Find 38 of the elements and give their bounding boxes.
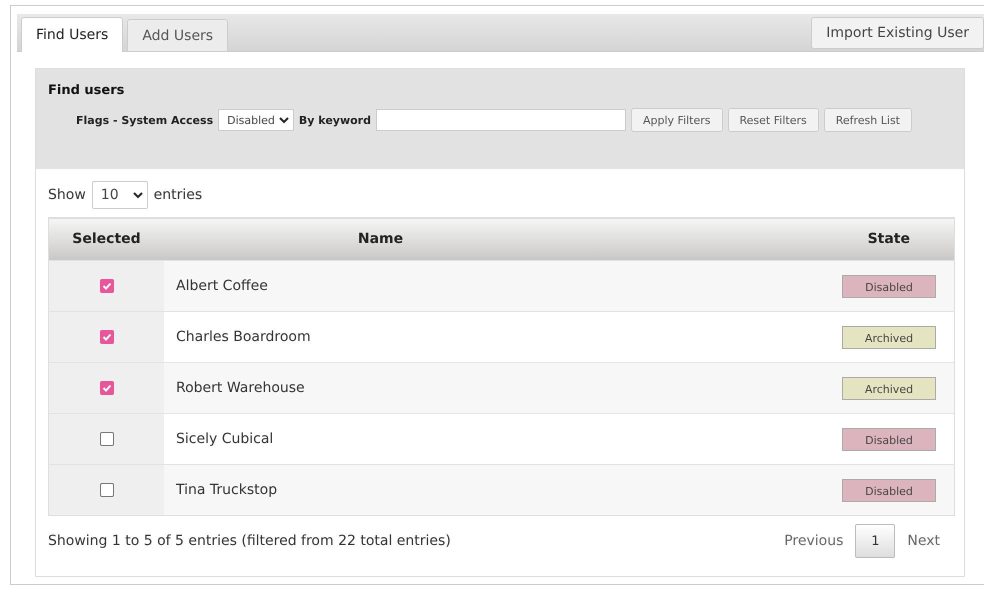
table-cell: Robert Warehouse — [164, 362, 598, 414]
tab[interactable]: Find Users — [21, 17, 124, 52]
caret-icon — [132, 192, 143, 198]
state-badge: Disabled — [842, 478, 936, 502]
table-cell: Sicely Cubical — [164, 414, 598, 464]
next-link[interactable]: Next — [895, 533, 952, 549]
keyword-field[interactable] — [376, 109, 626, 131]
table-cell: Tina Truckstop — [164, 464, 598, 516]
table-cell: Charles Boardroom — [164, 312, 598, 362]
filter-button[interactable]: Apply Filters — [630, 108, 723, 132]
state-badge: Disabled — [842, 274, 936, 298]
import-button[interactable]: Import Existing User — [811, 16, 984, 48]
checkbox[interactable] — [100, 381, 114, 396]
column-header[interactable]: Name — [164, 218, 598, 260]
caret-icon — [278, 116, 289, 124]
tab[interactable]: Add Users — [127, 19, 228, 51]
entries-label: entries — [154, 187, 202, 203]
state-badge: Archived — [842, 326, 936, 348]
show-label: Show — [48, 187, 86, 203]
field-label: Flags - System Access — [76, 114, 214, 126]
entries-dropdown[interactable]: 10 — [92, 181, 148, 209]
table-info: Showing 1 to 5 of 5 entries (filtered from 22 total entries) — [48, 533, 451, 549]
column-header[interactable]: Selected — [48, 218, 164, 260]
checkbox[interactable] — [100, 432, 114, 446]
filter-button[interactable]: Reset Filters — [728, 108, 819, 132]
filter-button[interactable]: Refresh List — [824, 108, 912, 132]
checkbox[interactable] — [100, 330, 114, 344]
flags-dropdown[interactable]: Disabled — [218, 109, 294, 131]
state-badge: Archived — [842, 376, 936, 400]
checkbox[interactable] — [100, 483, 114, 498]
page-button[interactable]: 1 — [855, 524, 896, 558]
field-label: By keyword — [298, 114, 371, 126]
previous-link[interactable]: Previous — [772, 533, 856, 549]
section-title: Find users — [48, 83, 126, 98]
checkbox[interactable] — [100, 279, 114, 294]
column-header[interactable]: State — [597, 218, 954, 260]
state-badge: Disabled — [842, 428, 936, 450]
table-cell: Albert Coffee — [164, 260, 598, 312]
